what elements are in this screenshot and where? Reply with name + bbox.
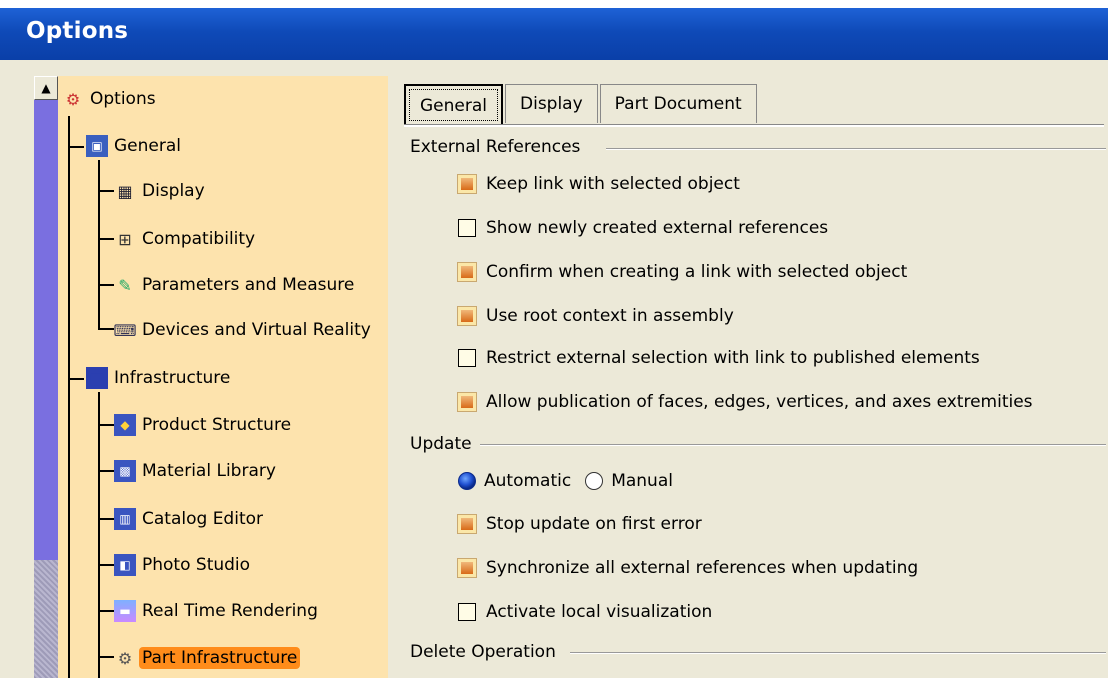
tree-connector — [98, 610, 114, 612]
tree-connector — [98, 392, 100, 678]
tab-baseline — [404, 124, 1104, 127]
checkbox-checked[interactable] — [457, 558, 477, 578]
tree-item-devices-and-virtual-reality[interactable]: ⌨ Devices and Virtual Reality — [113, 316, 374, 344]
option-keep-link[interactable]: Keep link with selected object — [457, 174, 740, 194]
options-panel: General Display Part Document External R… — [394, 76, 1108, 678]
checkbox-checked[interactable] — [457, 306, 477, 326]
section-title: External References — [410, 137, 581, 157]
tab-display[interactable]: Display — [505, 84, 598, 123]
update-section: Update — [410, 434, 472, 454]
checkbox-unchecked[interactable] — [458, 603, 476, 621]
tree-item-product-structure[interactable]: ◆ Product Structure — [114, 411, 294, 439]
delete-operation-section: Delete Operation — [410, 642, 556, 662]
part-infrastructure-icon: ⚙ — [117, 648, 133, 668]
update-mode-radio-group: Automatic Manual — [458, 471, 673, 491]
tree-item-parameters-and-measure[interactable]: ✎ Parameters and Measure — [114, 271, 357, 299]
tree-connector — [98, 518, 114, 520]
tab-strip: General Display Part Document — [404, 84, 759, 126]
tree-connector — [68, 146, 84, 148]
devices-icon: ⌨ — [113, 320, 137, 340]
scroll-thumb[interactable] — [34, 100, 58, 560]
tab-part-document[interactable]: Part Document — [599, 84, 757, 123]
section-divider — [570, 652, 1106, 654]
title-bar-background — [0, 8, 1108, 60]
tree-connector — [68, 116, 70, 678]
tree-connector — [98, 284, 114, 286]
photo-studio-icon: ◧ — [114, 554, 136, 576]
tree-item-part-infrastructure[interactable]: ⚙ Part Infrastructure — [114, 644, 301, 672]
general-icon: ▣ — [86, 135, 108, 157]
tab-general[interactable]: General — [404, 84, 503, 126]
options-tree: ⚙ Options ▣ General ▦ Display ⊞ Compatib… — [58, 76, 388, 678]
parameters-icon: ✎ — [118, 275, 132, 295]
tree-connector — [98, 190, 114, 192]
section-divider — [480, 444, 1106, 446]
tree-item-material-library[interactable]: ▩ Material Library — [114, 457, 279, 485]
checkbox-checked[interactable] — [457, 514, 477, 534]
option-confirm-link[interactable]: Confirm when creating a link with select… — [457, 262, 907, 282]
tree-connector — [68, 378, 84, 380]
checkbox-checked[interactable] — [457, 262, 477, 282]
tree-item-real-time-rendering[interactable]: ▬ Real Time Rendering — [114, 597, 321, 625]
tree-connector — [98, 160, 100, 328]
tree-item-options[interactable]: ⚙ Options — [62, 85, 159, 113]
tree-connector — [98, 328, 114, 330]
tree-connector — [98, 656, 114, 658]
radio-automatic[interactable] — [458, 472, 476, 490]
radio-manual[interactable] — [585, 472, 604, 490]
title-bar: Options — [0, 0, 1108, 62]
catalog-editor-icon: ▥ — [114, 508, 136, 530]
product-structure-icon: ◆ — [114, 414, 136, 436]
option-restrict-selection[interactable]: Restrict external selection with link to… — [458, 348, 980, 368]
checkbox-unchecked[interactable] — [458, 219, 476, 237]
tree-connector — [98, 238, 114, 240]
section-title: Delete Operation — [410, 642, 556, 662]
display-icon: ▦ — [117, 181, 133, 201]
tree-item-display[interactable]: ▦ Display — [114, 177, 208, 205]
external-references-section: External References — [410, 137, 580, 157]
compatibility-icon: ⊞ — [118, 229, 132, 249]
checkbox-checked[interactable] — [457, 174, 477, 194]
option-synchronize[interactable]: Synchronize all external references when… — [457, 558, 918, 578]
checkbox-unchecked[interactable] — [458, 349, 476, 367]
tree-item-catalog-editor[interactable]: ▥ Catalog Editor — [114, 505, 266, 533]
tree-connector — [98, 470, 114, 472]
option-local-visualization[interactable]: Activate local visualization — [458, 602, 712, 622]
title-separator — [0, 60, 1108, 72]
option-show-external-references[interactable]: Show newly created external references — [458, 218, 828, 238]
option-allow-publication[interactable]: Allow publication of faces, edges, verti… — [457, 392, 1033, 412]
tree-scrollbar[interactable]: ▲ — [34, 76, 58, 678]
infrastructure-icon: ■ — [86, 367, 108, 389]
tree-connector — [98, 424, 114, 426]
tree-item-general[interactable]: ▣ General — [86, 132, 184, 160]
options-tree-icon: ⚙ — [65, 89, 81, 109]
checkbox-checked[interactable] — [457, 392, 477, 412]
material-library-icon: ▩ — [114, 460, 136, 482]
scroll-track[interactable] — [34, 560, 58, 678]
real-time-rendering-icon: ▬ — [114, 600, 136, 622]
section-title: Update — [410, 434, 472, 454]
option-root-context[interactable]: Use root context in assembly — [457, 306, 734, 326]
tree-connector — [98, 564, 114, 566]
tree-item-compatibility[interactable]: ⊞ Compatibility — [114, 225, 258, 253]
tree-item-photo-studio[interactable]: ◧ Photo Studio — [114, 551, 253, 579]
scroll-up-arrow-icon[interactable]: ▲ — [34, 76, 58, 100]
tree-item-infrastructure[interactable]: ■ Infrastructure — [86, 364, 233, 392]
window-title: Options — [26, 18, 129, 44]
option-stop-update[interactable]: Stop update on first error — [457, 514, 702, 534]
section-divider — [606, 148, 1106, 150]
